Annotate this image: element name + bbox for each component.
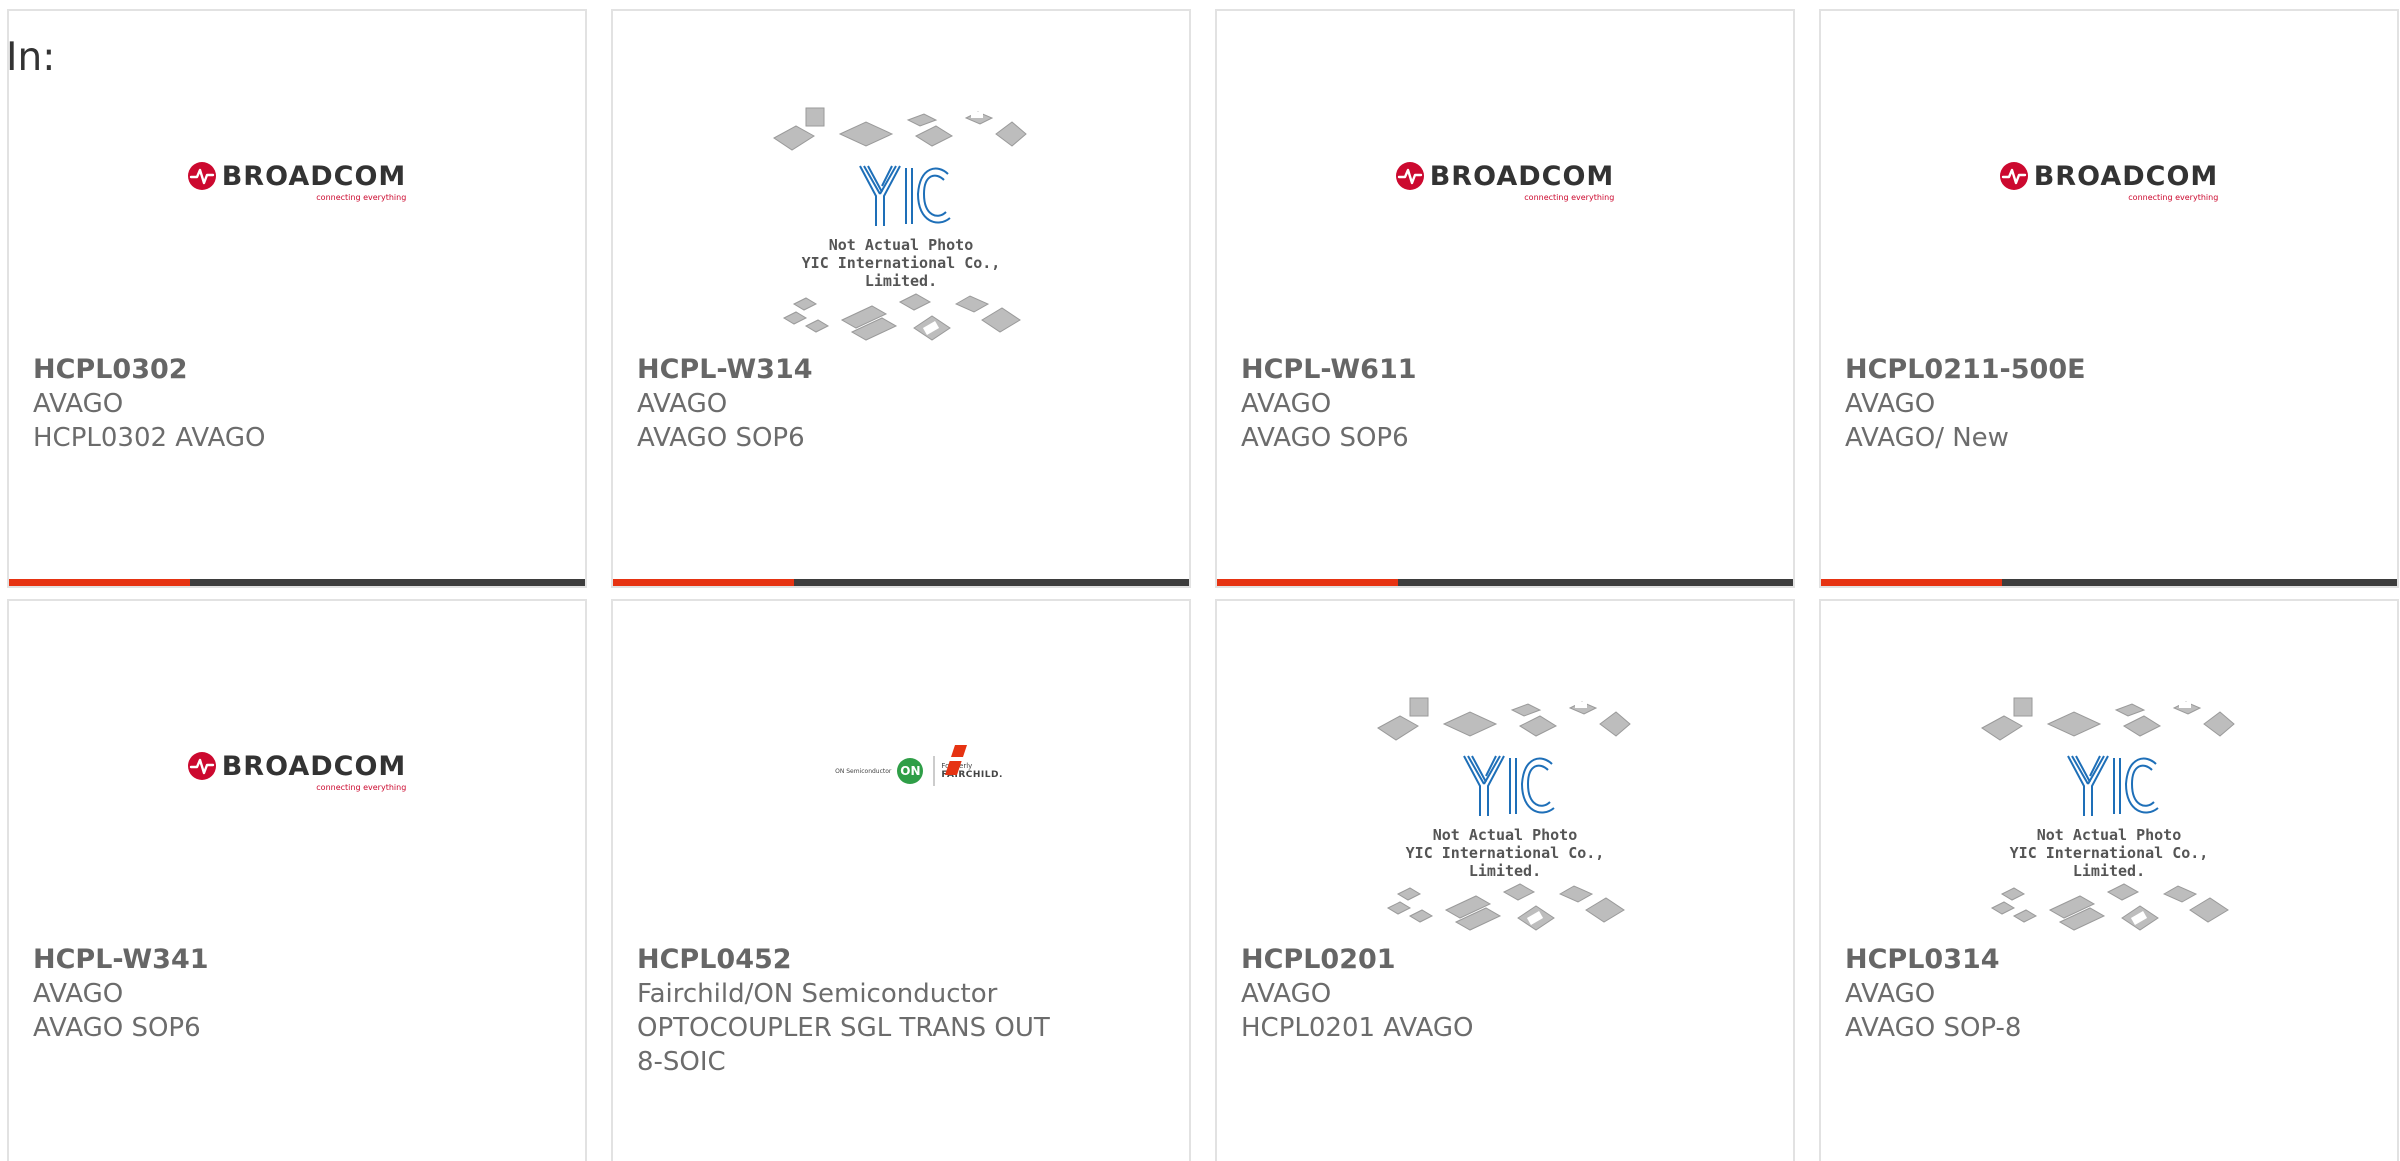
product-card[interactable]: Not Actual Photo YIC International Co., L…: [1215, 599, 1795, 1161]
product-info: HCPL-W611 AVAGO AVAGO SOP6: [1241, 353, 1681, 455]
broadcom-wordmark: BROADCOM: [1429, 160, 1615, 192]
card-accent-bar: [9, 579, 585, 586]
description: HCPL0201 AVAGO: [1241, 1013, 1474, 1043]
product-info: HCPL-W341 AVAGO AVAGO SOP6: [33, 943, 473, 1045]
yic-logo-icon: [2062, 750, 2162, 826]
product-image[interactable]: BROADCOM connecting everything: [9, 681, 585, 951]
broadcom-logo: BROADCOM connecting everything: [1999, 160, 2219, 202]
not-actual-photo-placeholder: Not Actual Photo YIC International Co., L…: [766, 106, 1036, 346]
product-info: HCPL0314 AVAGO AVAGO SOP-8: [1845, 943, 2285, 1045]
logo-divider: [933, 756, 936, 786]
description: AVAGO SOP6: [33, 1013, 201, 1043]
broadcom-tagline: connecting everything: [2128, 192, 2219, 202]
description: AVAGO SOP-8: [1845, 1013, 2022, 1043]
product-image[interactable]: ON SemiconductorONFormerlyFAIRCHILD.: [613, 681, 1189, 951]
manufacturer: AVAGO: [33, 389, 124, 419]
part-number-link[interactable]: HCPL-W341: [33, 943, 473, 977]
part-number-link[interactable]: HCPL0452: [637, 943, 1077, 977]
broadcom-wordmark: BROADCOM: [2033, 160, 2219, 192]
product-info: HCPL0211-500E AVAGO AVAGO/ New: [1845, 353, 2285, 455]
yic-logo-icon: [1458, 750, 1558, 826]
broadcom-tagline: connecting everything: [1524, 192, 1615, 202]
broadcom-tagline: connecting everything: [316, 192, 407, 202]
product-card[interactable]: BROADCOM connecting everything HCPL0302 AVA…: [7, 9, 587, 588]
product-image[interactable]: Not Actual Photo YIC International Co., L…: [1821, 681, 2397, 951]
part-number-link[interactable]: HCPL-W611: [1241, 353, 1681, 387]
broadcom-pulse-icon: [1395, 162, 1424, 190]
product-image[interactable]: Not Actual Photo YIC International Co., L…: [1217, 681, 1793, 951]
placeholder-line-1: Not Actual Photo: [828, 236, 974, 254]
broadcom-logo: BROADCOM connecting everything: [187, 160, 407, 202]
broadcom-wordmark: BROADCOM: [221, 750, 407, 782]
manufacturer: AVAGO: [33, 979, 124, 1009]
broadcom-logo: BROADCOM connecting everything: [1395, 160, 1615, 202]
product-grid: BROADCOM connecting everything HCPL0302 AVA…: [7, 9, 2399, 1161]
product-info: HCPL0201 AVAGO HCPL0201 AVAGO: [1241, 943, 1681, 1045]
product-info: HCPL-W314 AVAGO AVAGO SOP6: [637, 353, 1077, 455]
card-accent-bar: [613, 579, 1189, 586]
product-image[interactable]: BROADCOM connecting everything: [9, 91, 585, 361]
part-number-link[interactable]: HCPL0302: [33, 353, 473, 387]
product-image[interactable]: Not Actual Photo YIC International Co., L…: [613, 91, 1189, 361]
not-actual-photo-placeholder: Not Actual Photo YIC International Co., L…: [1370, 696, 1640, 936]
product-card[interactable]: BROADCOM connecting everything HCPL-W341 AV…: [7, 599, 587, 1161]
broadcom-pulse-icon: [187, 752, 216, 780]
broadcom-pulse-icon: [1999, 162, 2028, 190]
description: HCPL0302 AVAGO: [33, 423, 266, 453]
product-info: HCPL0302 AVAGO HCPL0302 AVAGO: [33, 353, 473, 455]
product-card[interactable]: Not Actual Photo YIC International Co., L…: [611, 9, 1191, 588]
fairchild-slash-icon: [944, 745, 967, 779]
description: OPTOCOUPLER SGL TRANS OUT 8-SOIC: [637, 1013, 1050, 1077]
manufacturer: AVAGO: [1845, 389, 1936, 419]
description: AVAGO SOP6: [637, 423, 805, 453]
manufacturer: AVAGO: [1845, 979, 1936, 1009]
product-card[interactable]: BROADCOM connecting everything HCPL-W611 AV…: [1215, 9, 1795, 588]
card-accent-bar: [1821, 579, 2397, 586]
product-info: HCPL0452 Fairchild/ON Semiconductor OPTOCO…: [637, 943, 1077, 1079]
part-number-link[interactable]: HCPL-W314: [637, 353, 1077, 387]
part-number-link[interactable]: HCPL0211-500E: [1845, 353, 2285, 387]
on-semiconductor-text: ON Semiconductor: [835, 767, 892, 775]
manufacturer: AVAGO: [637, 389, 728, 419]
part-number-link[interactable]: HCPL0314: [1845, 943, 2285, 977]
placeholder-line-1: Not Actual Photo: [2036, 826, 2182, 844]
product-card[interactable]: BROADCOM connecting everything HCPL0211-50…: [1819, 9, 2399, 588]
placeholder-line-1: Not Actual Photo: [1432, 826, 1578, 844]
manufacturer: AVAGO: [1241, 389, 1332, 419]
in-filter-label: In:: [6, 35, 56, 80]
placeholder-line-2: YIC International Co., Limited.: [2009, 844, 2209, 880]
yic-logo-icon: [854, 160, 954, 236]
broadcom-wordmark: BROADCOM: [221, 160, 407, 192]
product-image[interactable]: BROADCOM connecting everything: [1821, 91, 2397, 361]
placeholder-line-2: YIC International Co., Limited.: [1405, 844, 1605, 880]
description: AVAGO SOP6: [1241, 423, 1409, 453]
card-accent-bar: [1217, 579, 1793, 586]
product-card[interactable]: Not Actual Photo YIC International Co., L…: [1819, 599, 2399, 1161]
product-results-page: In: BROADCOM connecting everything HCPL030…: [0, 0, 2400, 1161]
on-logo-icon: ON: [897, 758, 924, 784]
manufacturer: AVAGO: [1241, 979, 1332, 1009]
product-image[interactable]: BROADCOM connecting everything: [1217, 91, 1793, 361]
manufacturer: Fairchild/ON Semiconductor: [637, 979, 998, 1009]
not-actual-photo-placeholder: Not Actual Photo YIC International Co., L…: [1974, 696, 2244, 936]
broadcom-tagline: connecting everything: [316, 782, 407, 792]
broadcom-logo: BROADCOM connecting everything: [187, 750, 407, 792]
description: AVAGO/ New: [1845, 423, 2009, 453]
product-card[interactable]: ON SemiconductorONFormerlyFAIRCHILD.HCPL…: [611, 599, 1191, 1161]
broadcom-pulse-icon: [187, 162, 216, 190]
part-number-link[interactable]: HCPL0201: [1241, 943, 1681, 977]
placeholder-line-2: YIC International Co., Limited.: [801, 254, 1001, 290]
on-fairchild-logo: ON SemiconductorONFormerlyFAIRCHILD.: [835, 745, 1002, 786]
